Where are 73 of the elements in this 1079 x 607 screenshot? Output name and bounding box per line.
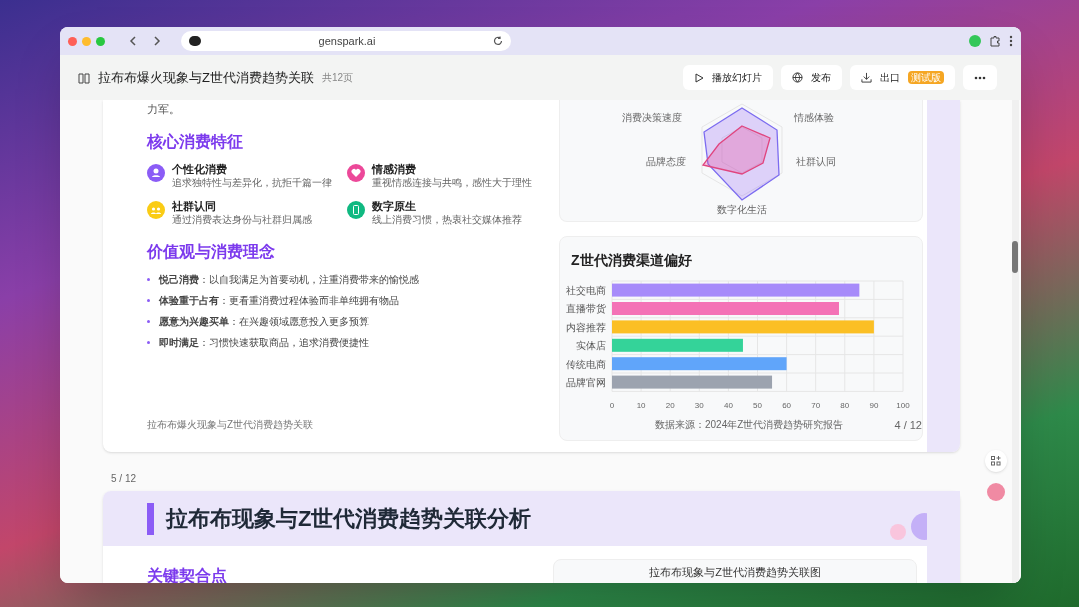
axis-label: 消费决策速度 — [622, 112, 682, 124]
scrollbar-thumb[interactable] — [1012, 241, 1018, 273]
section-heading: 价值观与消费理念 — [147, 241, 276, 262]
tick-label: 20 — [665, 401, 675, 411]
forward-icon[interactable] — [153, 36, 161, 46]
bullet-icon — [147, 277, 150, 281]
category-label: 实体店 — [576, 340, 606, 352]
avatar-icon[interactable] — [987, 483, 1005, 501]
more-icon — [974, 75, 986, 80]
beta-badge: 测试版 — [908, 71, 944, 84]
grid-icon — [991, 456, 1001, 466]
accent-bar — [147, 502, 154, 535]
axis-label: 品牌态度 — [646, 156, 686, 168]
tick-label: 30 — [694, 401, 704, 411]
tick-label: 50 — [753, 401, 762, 411]
section-heading: 核心消费特征 — [147, 131, 244, 152]
feature-title: 社群认同 — [172, 198, 217, 213]
export-button[interactable]: 出口 测试版 — [850, 65, 955, 90]
feature-title: 数字原生 — [372, 198, 417, 213]
feature-description: 重视情感连接与共鸣，感性大于理性 — [372, 175, 532, 189]
feature-title: 情感消费 — [372, 161, 417, 176]
tick-label: 100 — [896, 401, 910, 411]
tick-label: 80 — [840, 401, 850, 411]
page-number: 4 / 12 — [894, 418, 922, 433]
slide-title: 拉布布现象与Z世代消费趋势关联分析 — [166, 505, 532, 533]
tick-label: 40 — [723, 401, 733, 411]
slide-footer: 拉布布爆火现象与Z世代消费趋势关联 — [147, 417, 553, 432]
play-icon — [694, 72, 704, 83]
value-item: 即时满足：习惯快速获取商品，追求消费便捷性 — [159, 335, 369, 350]
axis-label: 数字化生活 — [717, 204, 767, 216]
feature-title: 个性化消费 — [172, 161, 228, 176]
puzzle-icon[interactable] — [989, 35, 1001, 47]
value-item: 愿意为兴趣买单：在兴趣领域愿意投入更多预算 — [159, 314, 369, 329]
category-label: 社交电商 — [566, 285, 606, 296]
axis-label: 情感体验 — [794, 112, 834, 124]
tick-label: 60 — [782, 401, 792, 411]
feature-description: 线上消费习惯，热衷社交媒体推荐 — [372, 212, 522, 226]
back-icon[interactable] — [129, 36, 137, 46]
bullet-icon — [147, 340, 150, 344]
tick-label: 10 — [636, 401, 646, 411]
value-item: 体验重于占有：更看重消费过程体验而非单纯拥有物品 — [159, 293, 399, 308]
url-text: genspark.ai — [317, 33, 377, 49]
axis-label: 社群认同 — [796, 156, 836, 168]
chart-title: Z世代消费渠道偏好 — [571, 251, 692, 270]
grid-button[interactable] — [985, 450, 1007, 472]
slideshow-button[interactable]: 播放幻灯片 — [683, 65, 773, 90]
data-source: 数据来源：2024年Z世代消费趋势研究报告 — [655, 418, 844, 432]
globe-icon — [792, 72, 803, 83]
more-icon[interactable] — [1009, 35, 1013, 47]
slide-number: 5 / 12 — [111, 472, 138, 486]
tick-label: 90 — [869, 401, 879, 411]
category-label: 内容推荐 — [566, 321, 606, 333]
book-icon[interactable] — [78, 71, 90, 84]
feature-description: 通过消费表达身份与社群归属感 — [172, 212, 312, 226]
body-text: 力军。 — [147, 102, 181, 117]
category-label: 品牌官网 — [566, 377, 606, 388]
category-label: 传统电商 — [566, 358, 606, 370]
publish-button[interactable]: 发布 — [781, 65, 842, 90]
category-label: 直播带货 — [566, 303, 606, 315]
page-count: 共12页 — [321, 71, 354, 85]
close-icon[interactable] — [68, 36, 77, 46]
presentation-title: 拉布布爆火现象与Z世代消费趋势关联 — [98, 68, 314, 87]
download-icon — [861, 72, 872, 83]
site-icon — [189, 36, 201, 46]
chart-title: 拉布布现象与Z世代消费趋势关联图 — [649, 565, 821, 580]
reload-icon[interactable] — [493, 36, 503, 46]
bullet-icon — [147, 298, 150, 302]
tick-label: 0 — [609, 401, 615, 411]
feature-description: 追求独特性与差异化，抗拒千篇一律 — [172, 175, 332, 189]
bullet-icon — [147, 319, 150, 323]
value-item: 悦己消费：以自我满足为首要动机，注重消费带来的愉悦感 — [159, 272, 419, 287]
tick-label: 70 — [811, 401, 821, 411]
address-bar[interactable]: genspark.ai — [181, 31, 511, 51]
